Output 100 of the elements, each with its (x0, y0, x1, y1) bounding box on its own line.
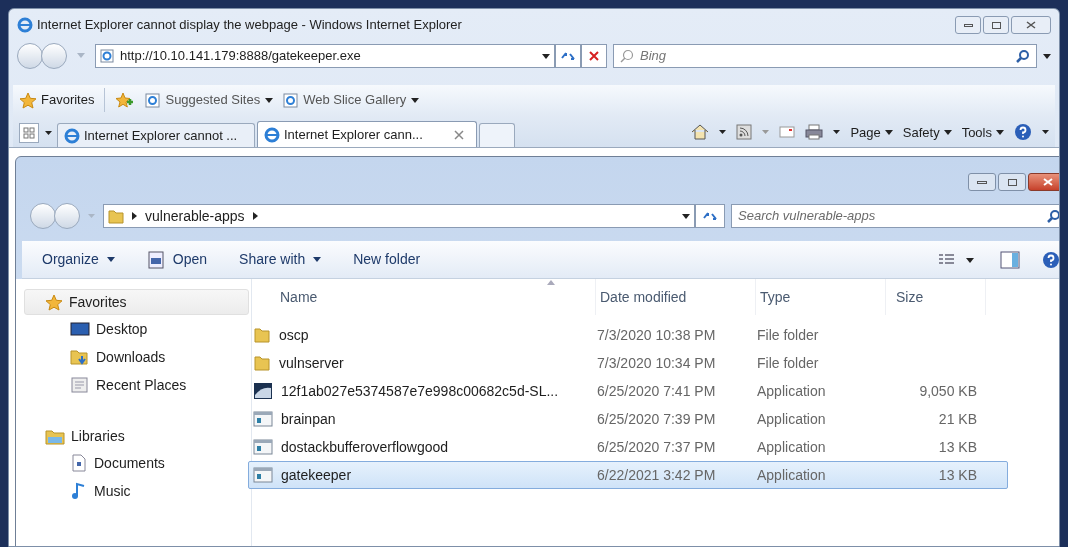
browser-tab[interactable]: Internet Explorer cann... (257, 121, 477, 147)
nav-group[interactable]: Libraries (24, 423, 249, 449)
minimize-button[interactable] (955, 16, 981, 34)
favorites-link[interactable]: Suggested Sites (145, 90, 274, 110)
search-icon[interactable] (1047, 209, 1059, 223)
refresh-button[interactable] (695, 204, 725, 228)
file-row[interactable]: gatekeeper 6/22/2021 3:42 PM Application 13 KB (248, 461, 1008, 489)
installer-icon (253, 382, 273, 400)
chevron-icon[interactable] (132, 212, 137, 220)
search-box[interactable]: Bing (613, 44, 1037, 68)
dropdown-icon[interactable] (682, 213, 690, 219)
browser-logo-icon (264, 126, 280, 143)
minimize-button[interactable] (968, 173, 996, 191)
dropdown-icon (106, 257, 115, 262)
dropdown-icon (313, 257, 322, 262)
type-cell-text: Application (756, 409, 827, 429)
search-field[interactable]: Search vulnerable-apps (738, 206, 1047, 226)
dropdown-icon[interactable] (1043, 53, 1051, 59)
add-favorite-icon[interactable] (115, 91, 136, 109)
browser-tab[interactable]: Internet Explorer cannot ... (57, 123, 255, 147)
maximize-button[interactable] (998, 173, 1026, 191)
file-name: gatekeeper (281, 465, 352, 485)
nav-item[interactable]: Recent Places (22, 371, 251, 399)
menu-button[interactable]: Page (850, 122, 893, 142)
size-cell-text: 21 KB (937, 409, 978, 429)
file-name: 12f1ab027e5374587e7e998c00682c5d-SL... (281, 381, 559, 401)
nav-group[interactable]: Favorites (24, 289, 249, 315)
nav-item[interactable]: Downloads (22, 343, 251, 371)
preview-pane-icon[interactable] (1000, 250, 1020, 269)
application-icon (253, 439, 273, 455)
refresh-button[interactable] (555, 44, 581, 68)
application-icon (253, 467, 273, 483)
favorites-button[interactable]: Favorites (19, 88, 106, 112)
dropdown-icon (411, 97, 420, 103)
document-icon (70, 454, 88, 472)
toolbar-button[interactable]: Organize (42, 249, 115, 270)
dropdown-icon[interactable] (719, 130, 727, 135)
search-icon[interactable] (1016, 49, 1030, 63)
column-header[interactable]: Type (756, 279, 886, 315)
printer-icon[interactable] (805, 124, 824, 141)
program-icon (146, 250, 165, 269)
search-box[interactable]: Search vulnerable-apps (731, 204, 1059, 228)
address-field[interactable]: http://10.10.141.179:8888/gatekeeper.exe (95, 44, 555, 68)
dropdown-icon (265, 97, 274, 103)
home-icon[interactable] (691, 124, 710, 141)
folder-icon (253, 326, 271, 344)
column-header[interactable]: Date modified (596, 279, 756, 315)
library-icon (45, 427, 65, 445)
toolbar-button[interactable]: Open (146, 249, 208, 270)
caret-icon (44, 131, 52, 135)
dropdown-icon[interactable] (1042, 130, 1049, 135)
feed-icon[interactable] (736, 124, 753, 141)
breadcrumb-item[interactable]: vulnerable-apps (145, 205, 245, 227)
maximize-button[interactable] (983, 16, 1009, 34)
type-cell-text: Application (756, 465, 827, 485)
type-cell-text: Application (756, 437, 827, 457)
date-cell-text: 6/25/2020 7:41 PM (596, 381, 717, 401)
toolbar-button[interactable]: Share with (239, 249, 322, 270)
folder-icon (253, 354, 271, 372)
dropdown-icon[interactable] (542, 53, 550, 59)
file-name: oscp (279, 325, 309, 345)
file-row[interactable]: oscp 7/3/2020 10:38 PM File folder (248, 321, 1008, 349)
stop-icon (589, 51, 599, 61)
nav-item[interactable]: Desktop (22, 315, 251, 343)
menu-button[interactable]: Tools (961, 122, 1004, 142)
chevron-icon[interactable] (252, 212, 258, 220)
close-icon[interactable] (454, 129, 464, 140)
page-icon (100, 49, 114, 63)
size-cell-text: 9,050 KB (918, 381, 978, 401)
nav-item[interactable]: Music (22, 477, 251, 505)
toolbar-button[interactable]: New folder (353, 249, 421, 270)
column-header[interactable]: Name (252, 279, 596, 315)
date-cell-text: 6/25/2020 7:39 PM (596, 409, 717, 429)
file-row[interactable]: vulnserver 7/3/2020 10:34 PM File folder (248, 349, 1008, 377)
size-cell-text: 13 KB (937, 437, 978, 457)
address-bar[interactable]: vulnerable-apps (103, 204, 695, 228)
column-header[interactable]: Size (886, 279, 986, 315)
help-icon[interactable] (1042, 250, 1059, 269)
nav-item[interactable]: Documents (22, 449, 251, 477)
close-button[interactable] (1028, 173, 1059, 191)
menu-button[interactable]: Safety (902, 122, 952, 142)
folder-icon (108, 208, 124, 224)
type-cell-text: File folder (756, 325, 820, 345)
help-icon[interactable] (1014, 123, 1032, 142)
star-icon (19, 91, 37, 109)
file-name: vulnserver (279, 353, 344, 373)
dropdown-icon[interactable] (833, 130, 841, 135)
application-icon (253, 411, 273, 427)
favorites-link[interactable]: Web Slice Gallery (283, 90, 420, 110)
stop-button[interactable] (581, 44, 607, 68)
file-row[interactable]: 12f1ab027e5374587e7e998c00682c5d-SL... 6/25/2020 7:41 PM Application 9,050 KB (248, 377, 1008, 405)
mail-icon[interactable] (779, 126, 796, 139)
file-row[interactable]: dostackbufferoverflowgood 6/25/2020 7:37 PM Application 13 KB (248, 433, 1008, 461)
file-row[interactable]: brainpan 6/25/2020 7:39 PM Application 21 KB (248, 405, 1008, 433)
document-icon (70, 376, 90, 394)
search-field[interactable]: Bing (640, 46, 1010, 66)
search-icon (620, 49, 634, 63)
browser-logo-icon (64, 127, 80, 144)
date-cell-text: 6/22/2021 3:42 PM (596, 465, 717, 485)
close-button[interactable] (1011, 16, 1051, 34)
